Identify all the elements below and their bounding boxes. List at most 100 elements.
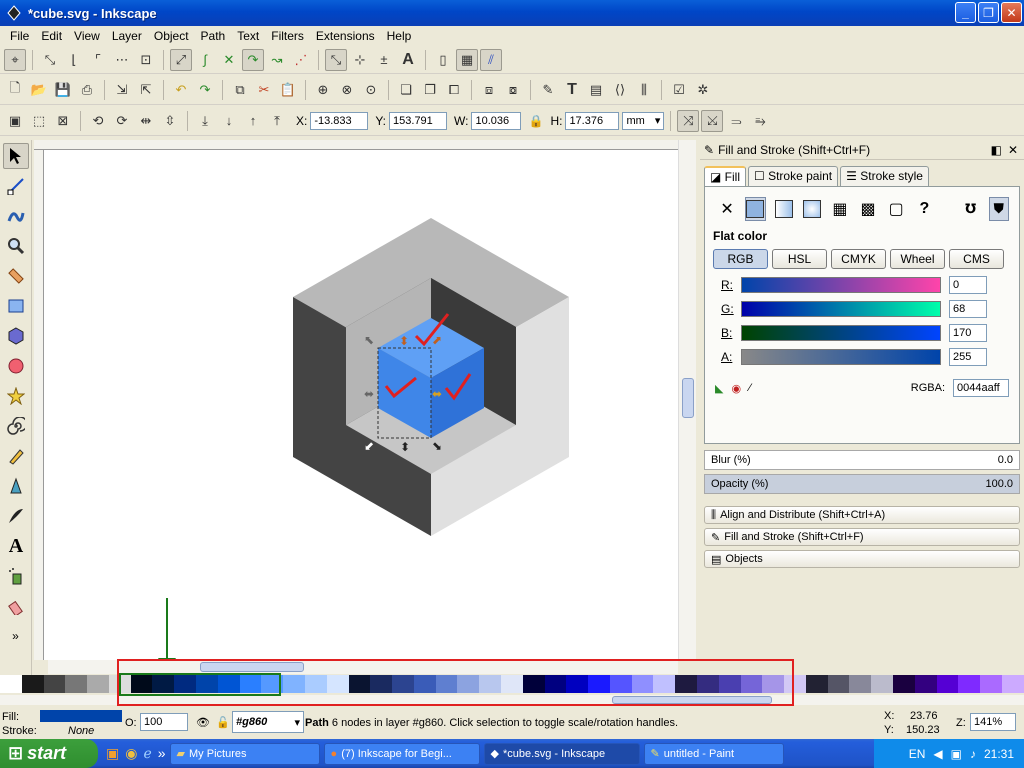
swatch[interactable] <box>675 675 697 693</box>
snap-bbox-corner-icon[interactable]: ⌜ <box>87 49 109 71</box>
stroke-indicator[interactable]: None <box>68 725 94 737</box>
palette-scroll-thumb[interactable] <box>612 696 772 704</box>
palette-scrollbar[interactable] <box>0 695 1024 705</box>
unset-paint-icon[interactable]: ▢ <box>886 197 906 221</box>
swatch[interactable] <box>653 675 676 693</box>
snap-smooth-icon[interactable]: ↝ <box>266 49 288 71</box>
deselect-icon[interactable]: ⊠ <box>52 110 74 132</box>
fill-stroke-dialog-icon[interactable]: ✎ <box>537 79 559 101</box>
paste-icon[interactable]: 📋 <box>277 79 299 101</box>
swatch[interactable] <box>544 675 567 693</box>
rotate-ccw-icon[interactable]: ⟲ <box>87 110 109 132</box>
swatch[interactable] <box>348 675 371 693</box>
ungroup-icon[interactable]: ⧇ <box>502 79 524 101</box>
volume-icon[interactable]: ♪ <box>970 747 976 761</box>
red-slider[interactable] <box>741 277 941 293</box>
swatch[interactable] <box>0 675 22 693</box>
close-button[interactable]: ✕ <box>1001 2 1022 23</box>
swatch[interactable] <box>958 675 981 693</box>
y-input[interactable]: 153.791 <box>389 111 448 130</box>
zoom-selection-icon[interactable]: ⊕ <box>312 79 334 101</box>
snap-rotation-icon[interactable]: ± <box>373 49 395 71</box>
tray-back-icon[interactable]: ◀ <box>933 747 942 761</box>
swatch[interactable] <box>130 675 153 693</box>
raise-icon[interactable]: ↑ <box>242 110 264 132</box>
export-icon[interactable]: ⇱ <box>135 79 157 101</box>
fill-rule-nonzero-icon[interactable]: ⛊ <box>988 197 1010 221</box>
task-my-pictures[interactable]: ▰ My Pictures <box>169 742 320 765</box>
swatch[interactable] <box>805 675 828 693</box>
alpha-input[interactable]: 255 <box>949 348 987 366</box>
ellipse-tool-icon[interactable] <box>3 353 29 379</box>
node-tool-icon[interactable] <box>3 173 29 199</box>
zoom-page-icon[interactable]: ⊙ <box>360 79 382 101</box>
import-icon[interactable]: ⇲ <box>111 79 133 101</box>
transform-patterns-icon[interactable]: ⥱ <box>749 110 771 132</box>
menu-filters[interactable]: Filters <box>265 29 310 43</box>
panel-collapse-icon[interactable]: ◧ <box>991 143 1002 157</box>
save-icon[interactable]: 💾 <box>52 79 74 101</box>
swatch[interactable] <box>479 675 501 693</box>
drawing-canvas[interactable]: ⬉ ⬍ ⬈ ⬌ ⬌ ⬋ ⬍ ⬊ <box>34 140 696 660</box>
pattern-icon[interactable]: ▦ <box>830 197 850 221</box>
snap-bbox-edge-icon[interactable]: ⌊ <box>63 49 85 71</box>
red-input[interactable]: 0 <box>949 276 987 294</box>
preferences-icon[interactable]: ✲ <box>692 79 714 101</box>
copy-icon[interactable]: ⧉ <box>229 79 251 101</box>
selector-tool-icon[interactable] <box>3 143 29 169</box>
fill-indicator[interactable] <box>40 710 122 722</box>
no-paint-icon[interactable]: ✕ <box>717 197 737 221</box>
w-input[interactable]: 10.036 <box>471 111 522 130</box>
dock-objects[interactable]: ▤ Objects <box>704 550 1020 568</box>
snap-bbox-mid-icon[interactable]: ⋯ <box>111 49 133 71</box>
menu-path[interactable]: Path <box>195 29 232 43</box>
minimize-button[interactable]: _ <box>955 2 976 23</box>
chrome-icon[interactable]: ◉ <box>125 745 137 762</box>
zoom-drawing-icon[interactable]: ⊗ <box>336 79 358 101</box>
layer-lock-icon[interactable]: 🔓 <box>216 716 230 729</box>
language-indicator[interactable]: EN <box>909 747 926 761</box>
open-icon[interactable]: 📂 <box>28 79 50 101</box>
swatch[interactable] <box>283 675 305 693</box>
swatch[interactable] <box>697 675 719 693</box>
swatch[interactable] <box>566 675 589 693</box>
pen-tool-icon[interactable] <box>3 473 29 499</box>
mode-hsl[interactable]: HSL <box>772 249 827 269</box>
rectangle-tool-icon[interactable] <box>3 293 29 319</box>
start-button[interactable]: ⊞ start <box>0 739 98 768</box>
linear-gradient-icon[interactable] <box>774 197 794 221</box>
new-document-icon[interactable]: 🗋 <box>4 79 26 101</box>
x-input[interactable]: -13.833 <box>310 111 369 130</box>
mode-cmyk[interactable]: CMYK <box>831 249 886 269</box>
scale-stroke-icon[interactable]: ⤨ <box>677 109 700 132</box>
alpha-slider[interactable] <box>741 349 941 365</box>
green-input[interactable]: 68 <box>949 300 987 318</box>
text-font-dialog-icon[interactable]: T <box>561 79 583 101</box>
unit-select[interactable]: mm ▾ <box>622 111 665 130</box>
h-input[interactable]: 17.376 <box>565 111 620 130</box>
group-icon[interactable]: ⧈ <box>478 79 500 101</box>
swatch[interactable] <box>108 675 131 693</box>
mode-wheel[interactable]: Wheel <box>890 249 945 269</box>
menu-help[interactable]: Help <box>381 29 418 43</box>
swatch[interactable] <box>936 675 959 693</box>
select-all-icon[interactable]: ▣ <box>4 110 26 132</box>
swatch[interactable] <box>261 675 284 693</box>
swatch[interactable] <box>435 675 458 693</box>
blur-slider[interactable]: Blur (%) 0.0 <box>704 450 1020 470</box>
scale-corners-icon[interactable]: ⤩ <box>701 109 724 132</box>
task-inkscape[interactable]: ◆ *cube.svg - Inkscape <box>483 742 640 765</box>
swatch[interactable] <box>871 675 894 693</box>
undo-icon[interactable]: ↶ <box>170 79 192 101</box>
clone-icon[interactable]: ❐ <box>419 79 441 101</box>
color-palette[interactable] <box>0 675 1024 695</box>
snap-text-baseline-icon[interactable]: A <box>397 49 419 71</box>
swatch[interactable] <box>609 675 632 693</box>
snap-grid-icon[interactable]: ▦ <box>456 48 478 71</box>
tab-stroke-paint[interactable]: ☐ Stroke paint <box>748 166 839 186</box>
tab-fill[interactable]: ◪ Fill <box>704 166 746 186</box>
zoom-tool-icon[interactable] <box>3 233 29 259</box>
panel-close-icon[interactable]: ✕ <box>1008 143 1018 157</box>
blue-input[interactable]: 170 <box>949 324 987 342</box>
unknown-paint-icon[interactable]: ? <box>914 197 934 221</box>
